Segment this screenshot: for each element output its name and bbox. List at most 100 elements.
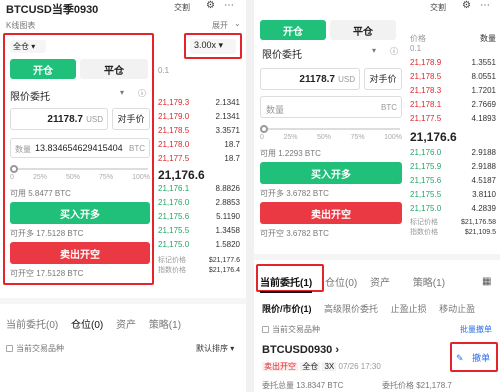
info-icon[interactable]: ⓘ <box>138 88 146 99</box>
tab-close[interactable]: 平仓 <box>330 20 396 40</box>
mid-price[interactable]: 21,176.6 <box>158 166 240 184</box>
ask-row[interactable]: 21,179.0 2.1341 <box>158 112 240 122</box>
ask-row[interactable]: 21,178.5 3.3571 <box>158 126 240 136</box>
bid-row[interactable]: 21,175.6 4.5187 <box>410 176 496 186</box>
order-type-select[interactable]: 限价委托 <box>262 46 302 61</box>
tab-strategies[interactable]: 策略(1) <box>149 320 181 331</box>
price-input[interactable]: 21178.7 USD <box>10 108 108 130</box>
tab-positions[interactable]: 仓位(0) <box>71 320 103 331</box>
order-title[interactable]: BTCUSD0930 › <box>262 344 339 356</box>
bid-row[interactable]: 21,176.1 8.8826 <box>158 184 240 194</box>
tab-open-orders[interactable]: 当前委托(0) <box>6 320 58 331</box>
subtab-tp-sl[interactable]: 止盈止损 <box>391 304 427 314</box>
max-long-text: 可开多 17.5128 BTC <box>10 229 84 238</box>
order-type-dropdown-icon[interactable]: ▾ <box>372 46 376 55</box>
amount-slider[interactable] <box>10 165 148 173</box>
current-symbol-filter[interactable]: 当前交易品种 <box>262 324 320 335</box>
buy-open-long-button[interactable]: 买入开多 <box>10 202 150 224</box>
edit-icon[interactable]: ✎ <box>456 353 464 363</box>
bid-row[interactable]: 21,175.0 1.5820 <box>158 240 240 250</box>
ask-row[interactable]: 21,178.5 8.0551 <box>410 72 496 82</box>
price-value: 21178.7 <box>47 114 83 125</box>
ask-row[interactable]: 21,178.9 1.3551 <box>410 58 496 68</box>
sell-open-short-button[interactable]: 卖出开空 <box>260 202 402 224</box>
margin-mode-select[interactable]: 全仓 ▾ <box>10 40 46 53</box>
more-icon[interactable]: ⋯ <box>480 0 490 11</box>
slider-handle[interactable] <box>10 165 18 173</box>
ask-row[interactable]: 21,179.3 2.1341 <box>158 98 240 108</box>
kline-chart-label[interactable]: K线图表 <box>6 20 35 31</box>
exchange-label[interactable]: 交割 <box>174 2 190 13</box>
tab-open[interactable]: 开仓 <box>260 20 326 40</box>
bid-row[interactable]: 21,175.0 4.2839 <box>410 204 496 214</box>
tab-open[interactable]: 开仓 <box>10 59 76 79</box>
sell-open-short-button[interactable]: 卖出开空 <box>10 242 150 264</box>
counter-price-button[interactable]: 对手价 <box>364 68 402 90</box>
bid-row[interactable]: 21,175.5 3.8110 <box>410 190 496 200</box>
chevron-down-icon[interactable]: ⌄ <box>234 19 241 28</box>
subtab-limit-market[interactable]: 限价/市价(1) <box>262 304 312 314</box>
tab-close[interactable]: 平仓 <box>80 59 148 79</box>
tick-0: 0 <box>260 134 264 141</box>
bid-price: 21,175.6 <box>410 176 442 185</box>
order-type-select[interactable]: 限价委托 <box>10 88 50 103</box>
more-icon[interactable]: ⋯ <box>224 0 234 11</box>
tab-positions[interactable]: 仓位(0) <box>325 278 357 289</box>
price-col-header: 价格 <box>410 34 426 43</box>
quantity-value: 13.834654629415404 <box>35 143 123 153</box>
order-type-dropdown-icon[interactable]: ▾ <box>120 88 124 97</box>
instrument-title[interactable]: BTCUSD当季0930 <box>6 1 98 17</box>
order-tags: 卖出开空 全仓 3X 07/26 17:30 <box>262 361 381 372</box>
amount-slider[interactable] <box>260 125 400 133</box>
bid-row[interactable]: 21,176.0 2.9188 <box>410 148 496 158</box>
subtab-advanced-limit[interactable]: 高级限价委托 <box>324 304 378 314</box>
settings-icon[interactable]: ⚙ <box>462 0 471 11</box>
leverage-select[interactable]: 3.00x ▾ <box>190 39 236 54</box>
checkbox-icon[interactable] <box>6 345 13 353</box>
bid-row[interactable]: 21,175.6 5.1190 <box>158 212 240 222</box>
expand-link[interactable]: 展开 <box>212 20 228 31</box>
buy-open-long-button[interactable]: 买入开多 <box>260 162 402 184</box>
tab-strategies[interactable]: 策略(1) <box>413 278 445 289</box>
bid-row[interactable]: 21,175.5 1.3458 <box>158 226 240 236</box>
right-header: 交割 ⚙ ⋯ <box>254 0 500 16</box>
ask-price: 21,178.5 <box>158 126 190 135</box>
tab-assets[interactable]: 资产 <box>370 278 390 289</box>
current-symbol-filter[interactable]: 当前交易品种 <box>6 343 64 354</box>
quantity-input[interactable]: 数量 13.834654629415404 BTC <box>10 138 150 158</box>
settings-icon[interactable]: ⚙ <box>206 0 215 11</box>
ask-row[interactable]: 21,178.1 2.7669 <box>410 100 496 110</box>
batch-cancel-button[interactable]: 批量撤单 <box>460 324 492 335</box>
price-input[interactable]: 21178.7 USD <box>260 68 360 90</box>
order-book-precision[interactable]: 0.1 <box>410 44 496 54</box>
tab-open-orders[interactable]: 当前委托(1) <box>260 278 313 293</box>
cancel-order-button[interactable]: 撤单 <box>472 353 490 363</box>
ask-row[interactable]: 21,177.5 4.1893 <box>410 114 496 124</box>
ask-row[interactable]: 21,177.5 18.7 <box>158 154 240 164</box>
checkbox-icon[interactable] <box>262 326 269 334</box>
bid-price: 21,176.1 <box>158 184 190 193</box>
ask-row[interactable]: 21,178.0 18.7 <box>158 140 240 150</box>
subtab-trailing[interactable]: 移动止盈 <box>439 304 475 314</box>
tab-assets[interactable]: 资产 <box>116 320 136 331</box>
exchange-label[interactable]: 交割 <box>430 2 446 13</box>
sort-select[interactable]: 默认排序 ▾ <box>196 343 234 354</box>
bid-qty: 3.8110 <box>472 190 496 199</box>
bid-row[interactable]: 21,175.9 2.9188 <box>410 162 496 172</box>
counter-price-button[interactable]: 对手价 <box>112 108 150 130</box>
order-book-header: 0.1 <box>158 66 240 76</box>
slider-handle[interactable] <box>260 125 268 133</box>
quantity-input[interactable]: 数量 BTC <box>260 96 402 118</box>
book-precision[interactable]: 0.1 <box>158 66 169 76</box>
mid-price[interactable]: 21,176.6 <box>410 128 496 146</box>
tick-100: 100% <box>384 134 402 141</box>
ask-qty: 2.7669 <box>471 100 496 109</box>
ask-qty: 1.3551 <box>471 58 496 67</box>
info-icon[interactable]: ⓘ <box>390 46 398 57</box>
pane-divider <box>246 0 254 392</box>
grid-icon[interactable]: ▦ <box>482 276 491 287</box>
cancel-order-group[interactable]: ✎ 撤单 <box>456 351 490 364</box>
ask-row[interactable]: 21,178.3 1.7201 <box>410 86 496 96</box>
bid-row[interactable]: 21,176.0 2.8853 <box>158 198 240 208</box>
order-side-badge: 卖出开空 <box>262 362 298 371</box>
